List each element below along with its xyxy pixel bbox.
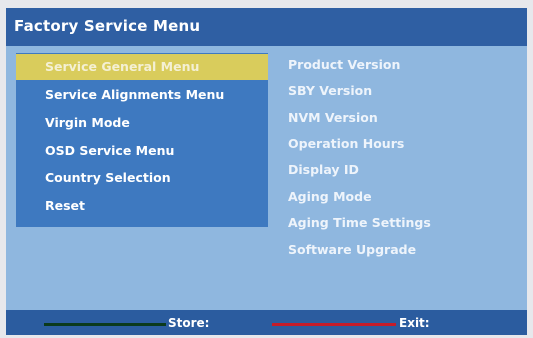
menu-title: Factory Service Menu	[14, 17, 201, 35]
footer-key-legend: Store: Exit:	[6, 310, 527, 335]
red-key-bar	[272, 323, 396, 326]
store-key-label[interactable]: Store:	[168, 314, 209, 332]
title-bar: Factory Service Menu	[6, 8, 527, 46]
submenu-item-sby-version[interactable]: SBY Version	[288, 80, 372, 102]
submenu-item-display-id[interactable]: Display ID	[288, 159, 359, 181]
menu-item-virgin-mode[interactable]: Virgin Mode	[16, 110, 268, 136]
tv-screen: Factory Service Menu Service General Men…	[0, 0, 533, 338]
menu-item-osd-service-menu[interactable]: OSD Service Menu	[16, 138, 268, 164]
green-key-bar	[44, 323, 166, 326]
submenu-item-product-version[interactable]: Product Version	[288, 54, 400, 76]
submenu-item-aging-time-settings[interactable]: Aging Time Settings	[288, 212, 431, 234]
exit-key-label[interactable]: Exit:	[399, 314, 430, 332]
menu-content-area: Service General Menu Service Alignments …	[6, 46, 527, 310]
submenu-item-software-upgrade[interactable]: Software Upgrade	[288, 239, 416, 261]
submenu-item-aging-mode[interactable]: Aging Mode	[288, 186, 372, 208]
factory-service-menu-window: Factory Service Menu Service General Men…	[6, 8, 527, 335]
menu-item-reset[interactable]: Reset	[16, 193, 268, 219]
menu-item-service-alignments-menu[interactable]: Service Alignments Menu	[16, 82, 268, 108]
main-menu-panel: Service General Menu Service Alignments …	[16, 53, 268, 227]
menu-item-country-selection[interactable]: Country Selection	[16, 165, 268, 191]
submenu-item-nvm-version[interactable]: NVM Version	[288, 107, 378, 129]
submenu-item-operation-hours[interactable]: Operation Hours	[288, 133, 404, 155]
menu-item-service-general-menu[interactable]: Service General Menu	[16, 54, 268, 80]
